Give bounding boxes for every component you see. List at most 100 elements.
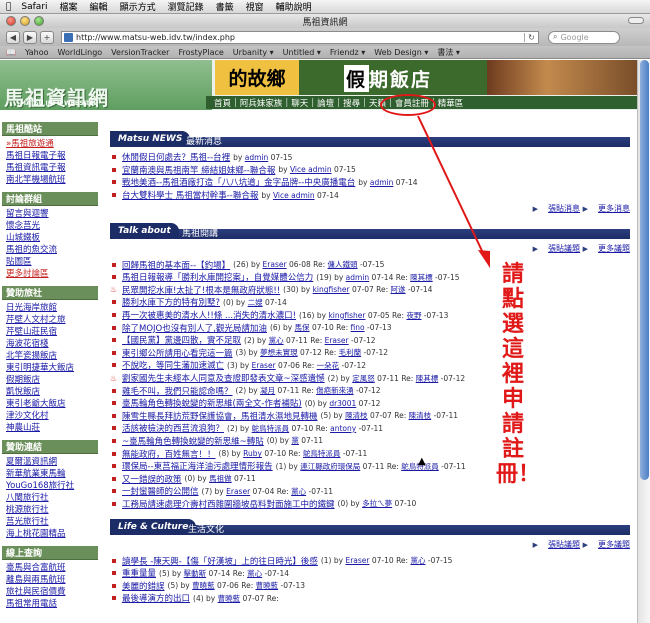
menu-bookmarks[interactable]: 書籤 [216, 0, 234, 13]
reply-author-link[interactable]: 傭人鐵頭 [328, 260, 358, 269]
author-link[interactable]: admin [370, 178, 394, 187]
reply-author-link[interactable]: 傷疤新來湧 [316, 386, 354, 395]
minimize-window-button[interactable] [20, 16, 30, 26]
author-link[interactable]: Vice admin [290, 165, 332, 174]
author-link[interactable]: 鴕鳥特派員 [252, 424, 290, 433]
sidebar-link[interactable]: 芹壁山莊民宿 [6, 326, 98, 338]
sidebar-link[interactable]: 芹壁人文村之旅 [6, 314, 98, 326]
topic-link[interactable]: 最後導演方的出口 [122, 592, 190, 604]
bookmark-folder[interactable]: Urbanity ▾ [233, 48, 274, 57]
sidebar-link[interactable]: 旅社與民宿價費 [6, 586, 98, 598]
author-link[interactable]: admin [346, 273, 370, 282]
sidebar-link[interactable]: 八閩旅行社 [6, 492, 98, 504]
sidebar-link[interactable]: »馬祖旅遊通 [6, 138, 98, 150]
topic-link[interactable]: 活該被檢決的西莒流浪狗？ [122, 422, 224, 434]
topic-link[interactable]: 臺馬輪角色轉換蛻變的新思維(兩全文-作者補貼) [122, 397, 302, 409]
sidebar-link[interactable]: 東引老爺大飯店 [6, 398, 98, 410]
sidebar-link[interactable]: 日光海岸旅館 [6, 302, 98, 314]
author-link[interactable]: 馬祖做 [209, 474, 232, 483]
topic-link[interactable]: ~臺馬輪角色轉換蛻變的新思維~轉貼 [122, 435, 264, 447]
author-link[interactable]: 多拉ㄟ夢 [362, 499, 392, 508]
author-link[interactable]: Ruby [243, 449, 262, 458]
bookmark-folder[interactable]: 書法 ▾ [437, 47, 460, 58]
menu-file[interactable]: 檔案 [60, 0, 78, 13]
author-link[interactable]: 二嫂 [248, 298, 263, 307]
topic-link[interactable]: 東引鄉公所請用心看完這一篇 [122, 347, 233, 359]
topic-link[interactable]: 讀學長 -陳天興-【傷「好漢坡」上的往日時光】後感 [122, 555, 318, 567]
menu-help[interactable]: 輔助說明 [276, 0, 312, 13]
topic-link[interactable]: 勝利水庫下方的特有別墅? [122, 296, 220, 308]
sidebar-link[interactable]: 海上桃花園精品 [6, 528, 98, 540]
bookmark-folder[interactable]: Untitled ▾ [283, 48, 321, 57]
toolbar-toggle-button[interactable] [628, 17, 644, 24]
sidebar-link[interactable]: 新華航業東馬輪 [6, 468, 98, 480]
sidebar-link[interactable]: 馬祖常用電話 [6, 598, 98, 610]
author-link[interactable]: 馬保 [295, 323, 310, 332]
menu-view[interactable]: 顯示方式 [120, 0, 156, 13]
bookmark-icon[interactable]: 📖 [6, 48, 16, 57]
topic-link[interactable]: 台大雙料學士 馬祖當村幹事--聯合報 [122, 189, 258, 201]
sidebar-link[interactable]: 馬祖資訊電子報 [6, 162, 98, 174]
author-link[interactable]: 黨 [291, 436, 299, 445]
reply-author-link[interactable]: 夜野 [406, 311, 421, 320]
close-window-button[interactable] [6, 16, 16, 26]
topic-link[interactable]: 回歸馬祖的基本面--【釣場】 [122, 259, 230, 271]
add-bookmark-button[interactable]: + [40, 30, 54, 44]
author-link[interactable]: kingfisher [328, 311, 365, 320]
sidebar-link[interactable]: 馬祖的魚交流 [6, 244, 98, 256]
sidebar-link[interactable]: 山城鐵板 [6, 232, 98, 244]
sidebar-link[interactable]: 離島與兩馬航班 [6, 574, 98, 586]
topic-link[interactable]: 不說吃，等同生藩加速滅亡 [122, 359, 224, 371]
topic-link[interactable]: 馬祖日報報導「勝利水庫開挖案」，自覺媒體公信力 [122, 271, 313, 283]
author-link[interactable]: Eraser [345, 556, 369, 565]
more-topics-link[interactable]: 更多議題 [598, 244, 630, 253]
nav-forum[interactable]: 論壇 [317, 97, 334, 109]
more-topics-link[interactable]: 更多議題 [598, 540, 630, 549]
sidebar-link[interactable]: 夏爾溫資訊網 [6, 456, 98, 468]
back-button[interactable]: ◀ [6, 30, 20, 44]
sidebar-link[interactable]: 凱悅飯店 [6, 386, 98, 398]
sidebar-link[interactable]: 桃源旅行社 [6, 504, 98, 516]
topic-link[interactable]: 【國民黨】黨邊四散，實不足取 [122, 334, 241, 346]
sidebar-link[interactable]: 懷念莒光 [6, 220, 98, 232]
reply-author-link[interactable]: antony [330, 424, 356, 433]
post-news-link[interactable]: 張貼消息 [548, 204, 580, 213]
post-topic-link[interactable]: 張貼議題 [548, 244, 580, 253]
author-link[interactable]: Eraser [252, 361, 276, 370]
topic-link[interactable]: 再一次被惠美的清水人!!條 ...消失的清水濃口! [122, 309, 296, 321]
sidebar-link[interactable]: 貼圖區 [6, 256, 98, 268]
apple-icon[interactable]:  [6, 2, 11, 12]
nav-featured[interactable]: 精華區 [438, 97, 464, 109]
post-topic-link[interactable]: 張貼議題 [548, 540, 580, 549]
sidebar-link[interactable]: YouGo168旅行社 [6, 480, 98, 492]
bookmark-item[interactable]: Yahoo [25, 48, 49, 57]
reply-author-link[interactable]: 陳其標 [410, 273, 433, 282]
reply-author-link[interactable]: 陳清枝 [409, 411, 432, 420]
author-link[interactable]: 陳清枝 [345, 411, 368, 420]
reply-author-link[interactable]: 曹曉藍 [256, 581, 279, 590]
ad-banner[interactable]: 的故鄉 假期飯店 [215, 60, 637, 95]
sidebar-link[interactable]: 海波花宿棧 [6, 338, 98, 350]
author-link[interactable]: 夢想未實現 [260, 348, 298, 357]
topic-link[interactable]: 又一錯誤的政策 [122, 473, 182, 485]
reply-author-link[interactable]: fino [351, 323, 365, 332]
author-link[interactable]: Eraser [263, 260, 287, 269]
url-text[interactable]: http://www.matsu-web.idv.tw/index.php [76, 33, 524, 42]
reply-author-link[interactable]: 黨心 [291, 487, 306, 496]
reply-author-link[interactable]: 陳其標 [416, 374, 439, 383]
author-link[interactable]: 連江縣政府環保局 [300, 462, 360, 471]
author-link[interactable]: 黨心 [269, 336, 284, 345]
topic-link[interactable]: 雞毛不叫，我們只能認命嗎？ [122, 385, 233, 397]
topic-link[interactable]: 宜蘭南澳與馬祖南竿 締結姐妹鄉--聯合報 [122, 164, 275, 176]
search-field[interactable]: ⌕ Google [548, 30, 620, 44]
sidebar-link[interactable]: 假期飯店 [6, 374, 98, 386]
zoom-window-button[interactable] [34, 16, 44, 26]
reply-author-link[interactable]: Eraser [325, 336, 349, 345]
sidebar-link[interactable]: 留言與迴響 [6, 208, 98, 220]
reply-author-link[interactable]: 黨心 [247, 569, 262, 578]
forward-button[interactable]: ▶ [23, 30, 37, 44]
reply-author-link[interactable]: 黨心 [410, 556, 425, 565]
topic-link[interactable]: 劉家國先生未經本人同意及查證即發表文章~深感遺憾 [122, 372, 325, 384]
sidebar-link[interactable]: 更多討論區 [6, 268, 98, 280]
author-link[interactable]: 擊動斯 [184, 569, 207, 578]
